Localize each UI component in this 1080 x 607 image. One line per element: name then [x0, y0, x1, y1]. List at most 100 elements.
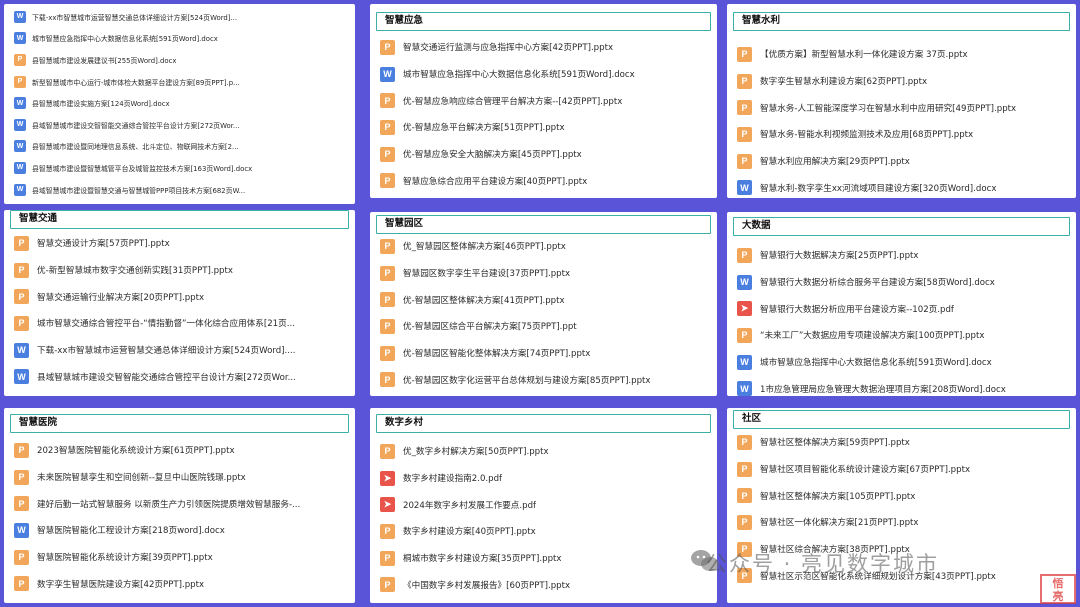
file-list-item[interactable]: W 城市智慧应急指挥中心大数据信息化系统[591页Word].docx: [380, 61, 713, 88]
file-list-item[interactable]: P 优-智慧应急响应综合管理平台解决方案--[42页PPT].pptx: [380, 87, 713, 114]
file-name: 《中国数字乡村发展报告》[60页PPT].pptx: [403, 580, 571, 591]
pptx-file-icon: P: [14, 442, 29, 458]
pptx-file-icon: P: [14, 53, 26, 66]
file-list-item[interactable]: P 优-新型智慧城市数字交通创新实践[31页PPT].pptx: [14, 257, 351, 284]
pptx-file-icon: P: [380, 577, 395, 593]
file-list-item[interactable]: W 智慧医院智能化工程设计方案[218页word].docx: [14, 517, 351, 544]
file-list-item[interactable]: W 县域智慧城市建设暨智慧交通与智慧城管PPP项目技术方案[682页W...: [14, 179, 351, 201]
file-list-item[interactable]: P 优-智慧园区综合平台解决方案[75页PPT].ppt: [380, 313, 713, 340]
panel-title: 智慧园区: [376, 215, 711, 234]
pptx-file-icon: P: [737, 73, 752, 89]
file-name: 未来医院智慧孪生和空间创新--复旦中山医院钱璟.pptx: [37, 473, 246, 484]
word-file-icon: W: [14, 10, 26, 23]
file-list-item[interactable]: ➤ 智慧银行大数据分析应用平台建设方案--102页.pdf: [737, 295, 1072, 322]
panel-smart-water: 智慧水利 P 【优质方案】新型智慧水利一体化建设方案 37页.pptx P 数字孪生智…: [727, 4, 1076, 198]
file-list-item[interactable]: P 优_数字乡村解决方案[50页PPT].pptx: [380, 438, 713, 465]
watermark-text: 公众号 · 亮见数字城市: [706, 552, 940, 576]
file-list-item[interactable]: P 县智慧城市建设发展建议书[255页Word].docx: [14, 49, 351, 71]
file-name: 智慧水务-人工智能深度学习在智慧水利中应用研究[49页PPT].pptx: [760, 103, 1017, 114]
file-list-item[interactable]: P 新型智慧城市中心运行-城市体检大数据平台建设方案[89页PPT].p...: [14, 71, 351, 93]
file-list-item[interactable]: P “未来工厂”大数据应用专项建设解决方案[100页PPT].pptx: [737, 322, 1072, 349]
file-list-item[interactable]: W 县域智慧城市建设交智智能交通综合管控平台设计方案[272页Wor...: [14, 114, 351, 136]
file-list-item[interactable]: P 建好后勤一站式智慧服务 以新质生产力引领医院提质增效智慧服务-...: [14, 490, 351, 517]
file-list-item[interactable]: P 智慧水务-智能水利视频监测技术及应用[68页PPT].pptx: [737, 121, 1072, 148]
file-list-item[interactable]: P 智慧园区数字孪生平台建设[37页PPT].pptx: [380, 260, 713, 287]
file-list-item[interactable]: P 智慧社区项目智能化系统设计建设方案[67页PPT].pptx: [737, 456, 1072, 483]
file-list-item[interactable]: P 桐城市数字乡村建设方案[35页PPT].pptx: [380, 545, 713, 572]
file-list-item[interactable]: P 优-智慧园区智能化整体解决方案[74页PPT].pptx: [380, 340, 713, 367]
file-list-item[interactable]: P 《中国数字乡村发展报告》[60页PPT].pptx: [380, 571, 713, 598]
file-list-item[interactable]: P 智慧社区一体化解决方案[21页PPT].pptx: [737, 509, 1072, 536]
file-name: 智慧社区一体化解决方案[21页PPT].pptx: [760, 518, 919, 529]
pptx-file-icon: P: [380, 238, 395, 254]
pptx-file-icon: P: [737, 434, 752, 450]
file-name: 优-智慧应急安全大脑解决方案[45页PPT].pptx: [403, 150, 582, 161]
file-list-item[interactable]: P 智慧银行大数据解决方案[25页PPT].pptx: [737, 242, 1072, 269]
file-list-item[interactable]: W 县智慧城市建设实施方案[124页Word].docx: [14, 92, 351, 114]
file-list-item[interactable]: W 县智慧城市建设暨同地理信息系统、北斗定位、物联网技术方案[2...: [14, 136, 351, 158]
file-list-item[interactable]: P 智慧交通设计方案[57页PPT].pptx: [14, 230, 351, 257]
file-list-item[interactable]: W 城市智慧应急指挥中心大数据信息化系统[591页Word].docx: [737, 349, 1072, 376]
panel-smart-emergency: 智慧应急 P 智慧交通运行监测与应急指挥中心方案[42页PPT].pptx W 城市智…: [370, 4, 717, 198]
file-name: 城市智慧应急指挥中心大数据信息化系统[591页Word].docx: [32, 35, 218, 44]
file-list-item[interactable]: W 县域智慧城市建设交智智能交通综合管控平台设计方案[272页Wor...: [14, 363, 351, 390]
file-list-item[interactable]: P 未来医院智慧孪生和空间创新--复旦中山医院钱璟.pptx: [14, 464, 351, 491]
file-name: 数字乡村建设方案[40页PPT].pptx: [403, 527, 536, 538]
file-name: 数字孪生智慧水利建设方案[62页PPT].pptx: [760, 77, 928, 88]
pptx-file-icon: P: [380, 146, 395, 162]
file-list-item[interactable]: P 城市智慧交通综合管控平台-“情指勤督”一体化综合应用体系[21页...: [14, 310, 351, 337]
file-list-item[interactable]: W 城市智慧应急指挥中心大数据信息化系统[591页Word].docx: [14, 28, 351, 50]
file-name: 优-智慧园区综合平台解决方案[75页PPT].ppt: [403, 322, 577, 333]
file-list-item[interactable]: P 智慧交通运输行业解决方案[20页PPT].pptx: [14, 283, 351, 310]
pdf-file-icon: ➤: [737, 301, 752, 317]
pptx-file-icon: P: [737, 153, 752, 169]
panel-big-data: 大数据 P 智慧银行大数据解决方案[25页PPT].pptx W 智慧银行大数据分析综…: [727, 212, 1076, 396]
panel-title: 社区: [733, 410, 1070, 429]
file-list-item[interactable]: ➤ 数字乡村建设指南2.0.pdf: [380, 465, 713, 492]
file-name: 优-智慧应急响应综合管理平台解决方案--[42页PPT].pptx: [403, 96, 623, 107]
file-list-item[interactable]: ➤ 2024年数字乡村发展工作要点.pdf: [380, 491, 713, 518]
file-name: 下载-xx市智慧城市运营智慧交通总体详细设计方案[524页Word]...: [32, 13, 238, 22]
pptx-file-icon: P: [380, 550, 395, 566]
pptx-file-icon: P: [380, 39, 395, 55]
file-list-item[interactable]: P 【优质方案】新型智慧水利一体化建设方案 37页.pptx: [737, 41, 1072, 68]
file-list-item[interactable]: P 智慧社区整体解决方案[105页PPT].pptx: [737, 482, 1072, 509]
file-list-item[interactable]: W 下载-xx市智慧城市运营智慧交通总体详细设计方案[524页Word]...: [14, 6, 351, 28]
file-list-item[interactable]: P 优-智慧应急安全大脑解决方案[45页PPT].pptx: [380, 141, 713, 168]
panel-smart-transport: 智慧交通 P 智慧交通设计方案[57页PPT].pptx P 优-新型智慧城市数字交通…: [4, 210, 355, 396]
file-name: 智慧交通设计方案[57页PPT].pptx: [37, 239, 170, 250]
pptx-file-icon: P: [737, 100, 752, 116]
pptx-file-icon: P: [737, 461, 752, 477]
file-list-item[interactable]: P 数字乡村建设方案[40页PPT].pptx: [380, 518, 713, 545]
seal-stamp: 悟亮: [1040, 574, 1076, 604]
file-list-item[interactable]: P 优-智慧应急平台解决方案[51页PPT].pptx: [380, 114, 713, 141]
word-file-icon: W: [737, 354, 752, 370]
file-list-item[interactable]: W 县智慧城市建设暨智慧城管平台及城管监控技术方案[163页Word].docx: [14, 157, 351, 179]
panel-title: 智慧交通: [10, 210, 349, 229]
pptx-file-icon: P: [14, 469, 29, 485]
file-list-item[interactable]: W 下载-xx市智慧城市运营智慧交通总体详细设计方案[524页Word]....: [14, 337, 351, 364]
pptx-file-icon: P: [380, 345, 395, 361]
word-file-icon: W: [14, 32, 26, 45]
file-list-item[interactable]: W 智慧银行大数据分析综合服务平台建设方案[58页Word].docx: [737, 269, 1072, 296]
pptx-file-icon: P: [380, 119, 395, 135]
file-list-item[interactable]: W 智慧水利-数字孪生xx河流域项目建设方案[320页Word].docx: [737, 174, 1072, 198]
file-name: 【优质方案】新型智慧水利一体化建设方案 37页.pptx: [760, 50, 968, 61]
file-list-item[interactable]: P 优-智慧园区数字化运营平台总体规划与建设方案[85页PPT].pptx: [380, 366, 713, 393]
file-list-item[interactable]: P 优_智慧园区整体解决方案[46页PPT].pptx: [380, 233, 713, 260]
file-list-item[interactable]: P 数字孪生智慧水利建设方案[62页PPT].pptx: [737, 68, 1072, 95]
file-list-item[interactable]: P 2023智慧医院智能化系统设计方案[61页PPT].pptx: [14, 437, 351, 464]
file-name: 智慧社区整体解决方案[59页PPT].pptx: [760, 438, 910, 449]
file-list-item[interactable]: P 优-智慧园区整体解决方案[41页PPT].pptx: [380, 286, 713, 313]
file-list-item[interactable]: P 数字孪生智慧医院建设方案[42页PPT].pptx: [14, 570, 351, 597]
file-name: 智慧交通运输行业解决方案[20页PPT].pptx: [37, 292, 205, 303]
file-name: 数字孪生智慧医院建设方案[42页PPT].pptx: [37, 579, 205, 590]
file-list-item[interactable]: W 1市应急管理局应急管理大数据治理项目方案[208页Word].docx: [737, 375, 1072, 396]
file-list-item[interactable]: P 智慧应急综合应用平台建设方案[40页PPT].pptx: [380, 167, 713, 194]
file-list-item[interactable]: P 智慧医院智能化系统设计方案[39页PPT].pptx: [14, 544, 351, 571]
file-name: 城市智慧应急指挥中心大数据信息化系统[591页Word].docx: [403, 70, 635, 81]
file-list-item[interactable]: P 智慧水利应用解决方案[29页PPT].pptx: [737, 148, 1072, 175]
file-list-item[interactable]: P 智慧交通运行监测与应急指挥中心方案[42页PPT].pptx: [380, 34, 713, 61]
file-list-item[interactable]: P 智慧社区整体解决方案[59页PPT].pptx: [737, 429, 1072, 456]
file-list-item[interactable]: P 智慧水务-人工智能深度学习在智慧水利中应用研究[49页PPT].pptx: [737, 94, 1072, 121]
